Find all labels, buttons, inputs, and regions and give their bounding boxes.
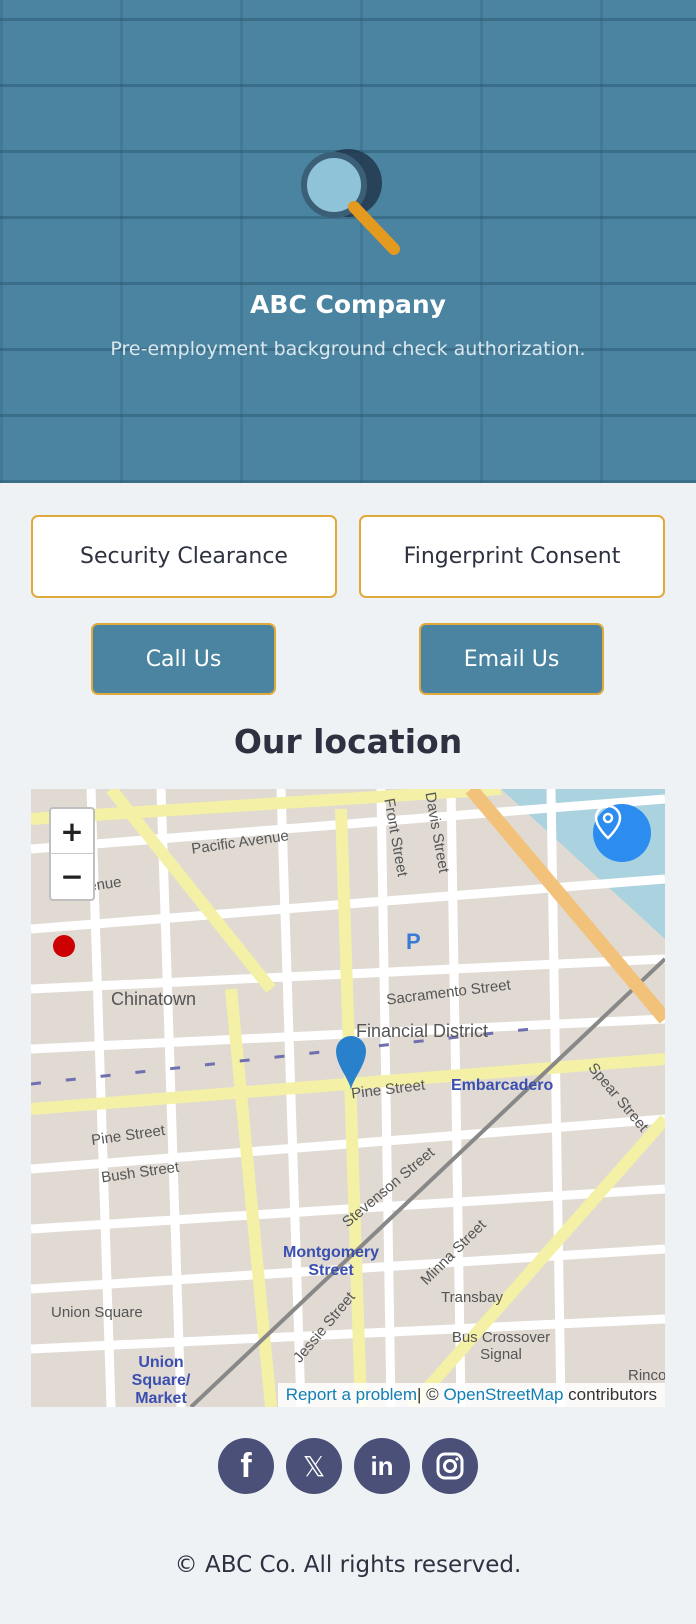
zoom-in-button[interactable]: + [51,809,93,854]
map-pin-icon [594,804,622,840]
magnifying-glass-fingerprint-icon [301,149,400,255]
map-label: Chinatown [111,989,197,1009]
location-heading: Our location [233,722,463,761]
attribution-text: contributors [563,1385,657,1404]
map-attribution: Report a problem| © OpenStreetMap contri… [277,1383,665,1407]
linkedin-icon[interactable]: in [354,1438,410,1494]
company-subtitle: Pre-employment background check authoriz… [110,338,586,360]
map-label: Bus Crossover Signal [451,1329,551,1363]
map-label: Embarcadero [451,1077,554,1094]
map-label: Financial District [356,1021,489,1041]
location-map[interactable]: Pacific Avenue Avenue Chinatown Front St… [31,789,665,1407]
locate-pin-button[interactable] [593,804,651,862]
map-label: Rinco [628,1367,665,1384]
social-links: f 𝕏 in [218,1438,478,1494]
company-title: ABC Company [250,290,446,319]
map-label: Union Square [51,1304,143,1321]
security-clearance-button[interactable]: Security Clearance [31,515,337,598]
instagram-icon[interactable] [422,1438,478,1494]
report-problem-link[interactable]: Report a problem [286,1385,417,1404]
map-zoom-control: + − [49,807,95,901]
fingerprint-consent-button[interactable]: Fingerprint Consent [359,515,665,598]
map-label: Union Square/ Market [131,1354,191,1407]
hero-banner: ABC Company Pre-employment background ch… [0,0,696,483]
parking-icon: P [406,929,421,954]
attribution-separator: | © [417,1385,444,1404]
zoom-out-button[interactable]: − [51,854,93,899]
x-icon[interactable]: 𝕏 [286,1438,342,1494]
osm-link[interactable]: OpenStreetMap [443,1385,563,1404]
map-label: Montgomery Street [283,1244,379,1279]
call-us-button[interactable]: Call Us [91,623,276,695]
email-us-button[interactable]: Email Us [419,623,604,695]
footer-copyright: © ABC Co. All rights reserved. [174,1552,522,1578]
map-label: Transbay [441,1289,503,1306]
facebook-icon[interactable]: f [218,1438,274,1494]
